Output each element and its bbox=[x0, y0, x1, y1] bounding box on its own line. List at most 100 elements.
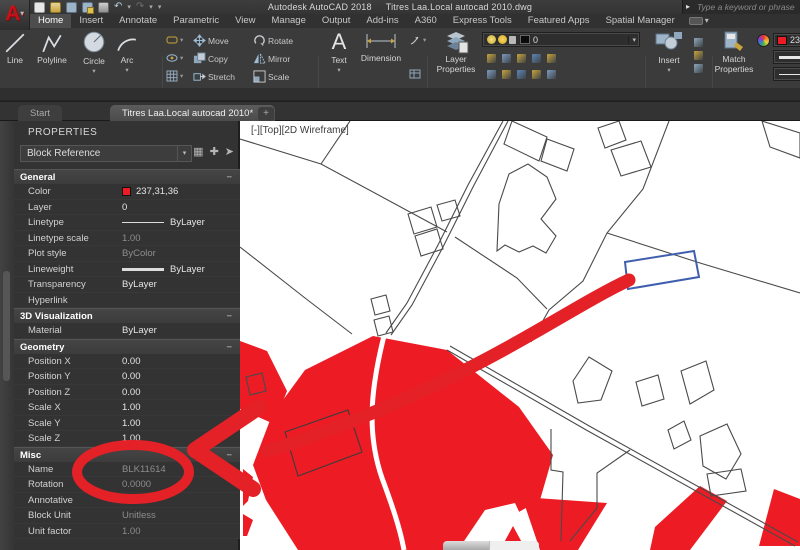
layer-lock-icon[interactable] bbox=[509, 36, 516, 44]
property-value[interactable]: 1.00 bbox=[122, 431, 236, 447]
match-properties-button[interactable]: Match Properties bbox=[713, 30, 755, 75]
ribbon-tab-parametric[interactable]: Parametric bbox=[165, 14, 227, 28]
layer-tool-icon[interactable] bbox=[547, 70, 556, 79]
qat-customize-icon[interactable]: ▾ bbox=[158, 3, 162, 11]
file-tab-start[interactable]: Start bbox=[18, 105, 62, 122]
mirror-button[interactable]: Mirror bbox=[253, 52, 290, 65]
property-value[interactable]: 0.00 bbox=[122, 369, 236, 385]
property-value[interactable]: ByLayer bbox=[122, 262, 236, 278]
polyline-button[interactable]: Polyline bbox=[30, 32, 74, 65]
ribbon-tab-add-ins[interactable]: Add-ins bbox=[358, 14, 406, 28]
property-value[interactable]: 1.00 bbox=[122, 400, 236, 416]
property-value[interactable]: 0 bbox=[122, 200, 236, 216]
drawing-canvas[interactable]: [-][Top][2D Wireframe] bbox=[240, 121, 800, 550]
layer-tool-icon[interactable] bbox=[532, 54, 541, 63]
section-header[interactable]: 3D Visualization− bbox=[14, 308, 240, 323]
file-tab-document[interactable]: Titres Laa.Local autocad 2010*× bbox=[110, 105, 275, 122]
property-row-transparency[interactable]: TransparencyByLayer bbox=[14, 277, 240, 293]
linetype-combo[interactable] bbox=[773, 67, 800, 81]
viewport-label[interactable]: [-][Top][2D Wireframe] bbox=[251, 125, 349, 136]
property-value[interactable]: 1.00 bbox=[122, 416, 236, 432]
ribbon-tab-insert[interactable]: Insert bbox=[71, 14, 111, 28]
color-wheel-icon[interactable] bbox=[757, 34, 770, 47]
layer-tool-icon[interactable] bbox=[532, 70, 541, 79]
block-tool-icon[interactable] bbox=[694, 51, 703, 60]
property-row-color[interactable]: Color237,31,36 bbox=[14, 184, 240, 200]
open-file-icon[interactable] bbox=[50, 2, 61, 13]
property-row-annotative[interactable]: AnnotativeNo bbox=[14, 493, 240, 509]
app-menu-button[interactable]: A▾ bbox=[0, 0, 30, 30]
save-icon[interactable] bbox=[66, 2, 77, 13]
property-row-lineweight[interactable]: LineweightByLayer bbox=[14, 262, 240, 278]
property-value[interactable]: ByColor bbox=[122, 246, 236, 262]
property-row-material[interactable]: MaterialByLayer bbox=[14, 323, 240, 339]
ribbon-tab-view[interactable]: View bbox=[227, 14, 263, 28]
leader-icon[interactable]: ▾ bbox=[409, 34, 426, 46]
toggle-pickadd-icon[interactable]: ▦ bbox=[193, 145, 203, 158]
save-as-icon[interactable] bbox=[82, 2, 93, 13]
redo-icon[interactable]: ↷ bbox=[136, 2, 144, 12]
lineweight-combo[interactable] bbox=[773, 50, 800, 64]
ribbon-display-icon[interactable]: ▾ bbox=[689, 14, 709, 28]
rotate-button[interactable]: Rotate bbox=[253, 34, 293, 47]
ribbon-tab-home[interactable]: Home bbox=[30, 14, 71, 28]
layer-tool-icon[interactable] bbox=[487, 70, 496, 79]
property-value[interactable]: 1.00 bbox=[122, 231, 236, 247]
object-type-selector[interactable]: Block Reference▾ bbox=[20, 145, 192, 162]
arc-button[interactable]: Arc▾ bbox=[112, 32, 142, 74]
layer-tool-icon[interactable] bbox=[502, 54, 511, 63]
property-row-name[interactable]: NameBLK11614 bbox=[14, 462, 240, 478]
property-row-linetype[interactable]: LinetypeByLayer bbox=[14, 215, 240, 231]
quick-select-icon[interactable]: ➤ bbox=[225, 145, 234, 158]
property-value[interactable]: No bbox=[122, 493, 236, 509]
move-button[interactable]: Move bbox=[193, 34, 229, 47]
table-icon[interactable] bbox=[409, 68, 421, 80]
select-objects-icon[interactable]: ✚ bbox=[210, 145, 219, 158]
layer-tool-icon[interactable] bbox=[547, 54, 556, 63]
layer-tool-icon[interactable] bbox=[517, 54, 526, 63]
property-value[interactable]: 237,31,36 bbox=[122, 184, 236, 200]
undo-caret-icon[interactable]: ▾ bbox=[127, 3, 131, 11]
circle-button[interactable]: Circle▾ bbox=[76, 29, 112, 75]
property-row-plot-style[interactable]: Plot styleByColor bbox=[14, 246, 240, 262]
layer-on-icon[interactable] bbox=[487, 35, 496, 44]
property-row-rotation[interactable]: Rotation0.0000 bbox=[14, 477, 240, 493]
stretch-button[interactable]: Stretch bbox=[193, 70, 235, 83]
property-row-hyperlink[interactable]: Hyperlink bbox=[14, 293, 240, 309]
line-button[interactable]: Line bbox=[1, 32, 29, 65]
ribbon-tab-annotate[interactable]: Annotate bbox=[111, 14, 165, 28]
insert-button[interactable]: Insert▾ bbox=[648, 30, 690, 74]
command-window-edge[interactable] bbox=[443, 541, 539, 550]
array-icon[interactable]: ▾ bbox=[166, 70, 183, 82]
block-tool-icon[interactable] bbox=[694, 64, 703, 73]
layer-tool-icon[interactable] bbox=[517, 70, 526, 79]
layer-freeze-icon[interactable] bbox=[498, 35, 507, 44]
property-row-linetype-scale[interactable]: Linetype scale1.00 bbox=[14, 231, 240, 247]
property-value[interactable]: 0.00 bbox=[122, 354, 236, 370]
property-value[interactable]: BLK11614 bbox=[122, 462, 236, 478]
property-row-unit-factor[interactable]: Unit factor1.00 bbox=[14, 524, 240, 540]
redo-caret-icon[interactable]: ▾ bbox=[149, 3, 153, 11]
property-row-scale-x[interactable]: Scale X1.00 bbox=[14, 400, 240, 416]
layer-tool-icon[interactable] bbox=[502, 70, 511, 79]
ribbon-tab-spatial-manager[interactable]: Spatial Manager bbox=[598, 14, 683, 28]
block-tool-icon[interactable] bbox=[694, 38, 703, 47]
property-value[interactable]: ByLayer bbox=[122, 277, 236, 293]
ribbon-tab-manage[interactable]: Manage bbox=[264, 14, 314, 28]
property-row-scale-y[interactable]: Scale Y1.00 bbox=[14, 416, 240, 432]
new-file-icon[interactable] bbox=[34, 2, 45, 13]
layer-tool-icon[interactable] bbox=[487, 54, 496, 63]
new-tab-button[interactable]: + bbox=[258, 107, 274, 121]
palette-scrollbar[interactable] bbox=[3, 271, 10, 381]
ribbon-tab-featured-apps[interactable]: Featured Apps bbox=[520, 14, 598, 28]
fillet-icon[interactable]: ▾ bbox=[166, 52, 183, 64]
property-value[interactable]: Unitless bbox=[122, 508, 236, 524]
property-value[interactable]: 0.00 bbox=[122, 385, 236, 401]
undo-icon[interactable]: ↶ bbox=[114, 2, 122, 12]
plot-icon[interactable] bbox=[98, 2, 109, 13]
property-value[interactable]: ByLayer bbox=[122, 215, 236, 231]
scale-button[interactable]: Scale bbox=[253, 70, 289, 83]
property-row-block-unit[interactable]: Block UnitUnitless bbox=[14, 508, 240, 524]
property-value[interactable]: ByLayer bbox=[122, 323, 236, 339]
section-header[interactable]: Misc− bbox=[14, 447, 240, 462]
